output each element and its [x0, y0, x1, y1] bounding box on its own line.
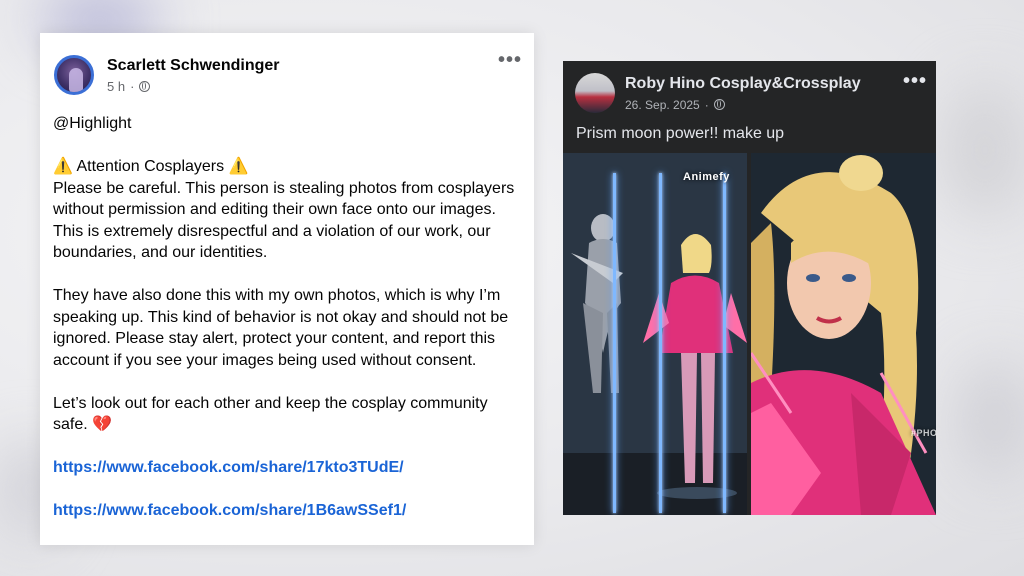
neon-light — [723, 173, 726, 513]
author-name[interactable]: Scarlett Schwendinger — [107, 56, 280, 76]
photo-illustration — [563, 153, 747, 515]
background-blur — [960, 360, 1024, 480]
post-photo[interactable]: #PHO — [751, 153, 936, 515]
more-options-icon[interactable]: ••• — [498, 50, 522, 70]
post-time[interactable]: 5 h — [107, 79, 125, 95]
photo-watermark: Animefy — [683, 171, 730, 183]
globe-icon — [139, 81, 151, 92]
neon-light — [613, 173, 616, 513]
post-body: @Highlight ⚠️ Attention Cosplayers ⚠️ Pl… — [53, 113, 523, 522]
author-avatar[interactable] — [54, 55, 94, 95]
background-blur — [940, 80, 1024, 220]
post-header: Roby Hino Cosplay&Crossplay 26. Sep. 202… — [575, 73, 861, 113]
globe-icon — [713, 99, 725, 110]
post-paragraph: Let’s look out for each other and keep t… — [53, 394, 488, 434]
left-facebook-post: Scarlett Schwendinger 5 h · ••• @Highlig… — [40, 33, 534, 545]
more-options-icon[interactable]: ••• — [903, 71, 927, 91]
right-facebook-post: Roby Hino Cosplay&Crossplay 26. Sep. 202… — [563, 61, 936, 515]
dot-separator: · — [130, 78, 135, 94]
dot-separator: · — [704, 97, 709, 112]
author-avatar[interactable] — [575, 73, 615, 113]
post-tag[interactable]: @Highlight — [53, 113, 523, 135]
author-name[interactable]: Roby Hino Cosplay&Crossplay — [625, 74, 861, 94]
share-link[interactable]: https://www.facebook.com/share/17kto3TUd… — [53, 459, 404, 476]
neon-light — [659, 173, 662, 513]
post-header: Scarlett Schwendinger 5 h · — [54, 51, 280, 99]
photo-illustration — [751, 153, 936, 515]
post-date[interactable]: 26. Sep. 2025 — [625, 97, 700, 113]
post-paragraph: They have also done this with my own pho… — [53, 287, 509, 369]
post-paragraph: Please be careful. This person is steali… — [53, 179, 515, 262]
photo-watermark-small: #PHO — [911, 428, 936, 438]
post-photo[interactable]: Animefy — [563, 153, 747, 515]
share-link[interactable]: https://www.facebook.com/share/1B6awSSef… — [53, 502, 406, 519]
post-heading: ⚠️ Attention Cosplayers ⚠️ — [53, 158, 249, 175]
post-text: Prism moon power!! make up — [576, 125, 785, 142]
